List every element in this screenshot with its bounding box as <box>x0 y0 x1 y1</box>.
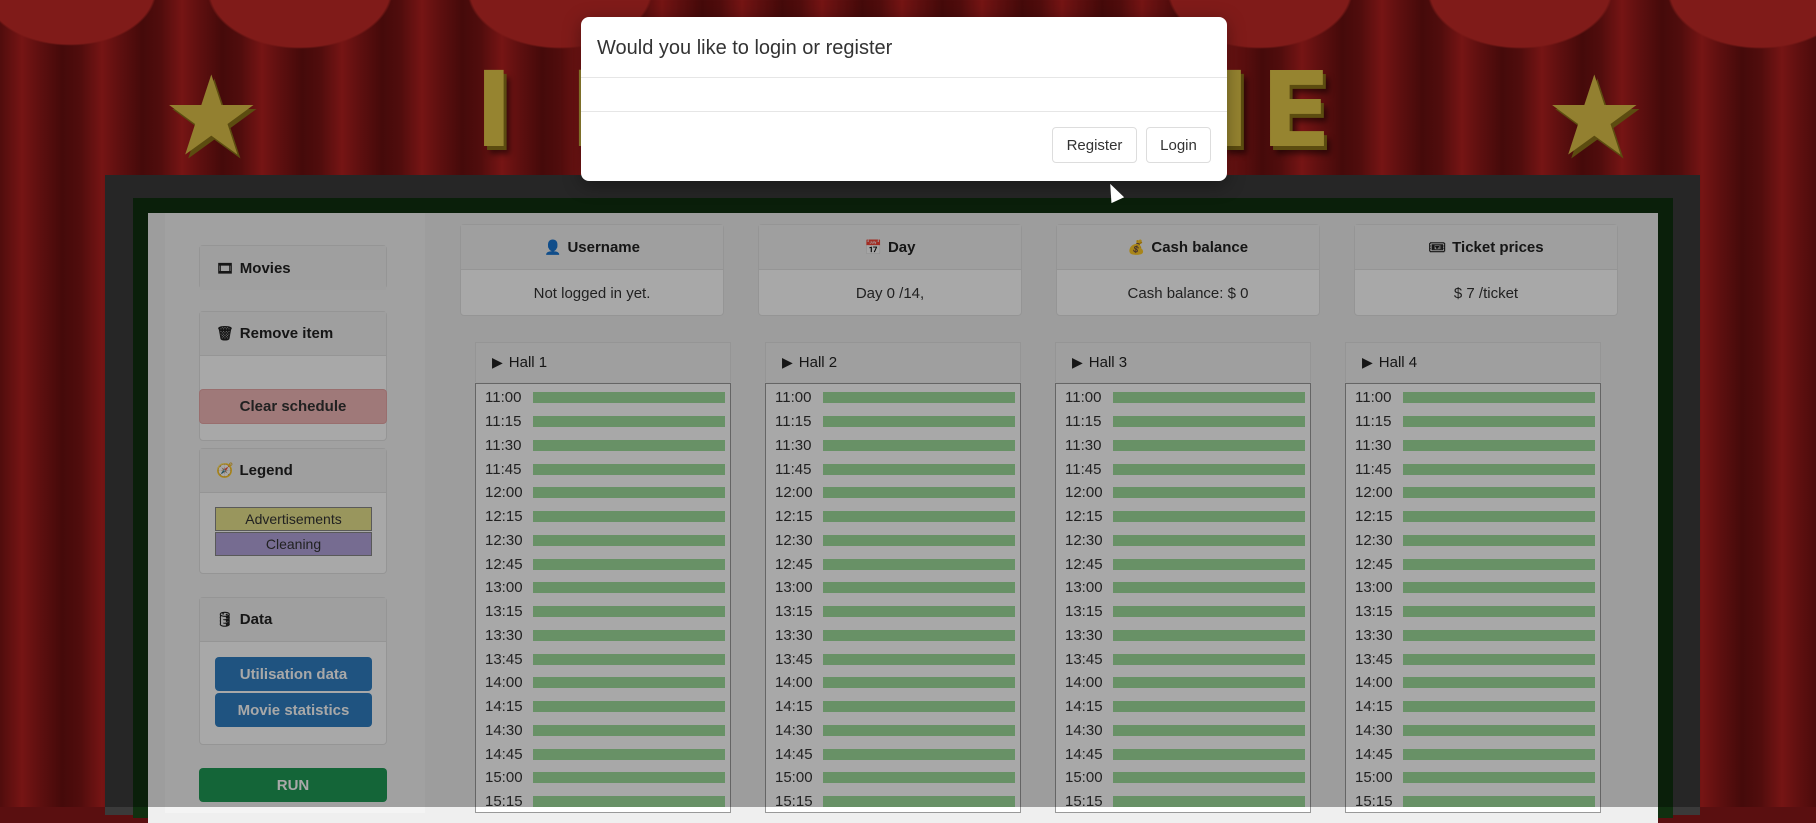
register-button[interactable]: Register <box>1052 127 1137 163</box>
dialog-title: Would you like to login or register <box>581 17 1227 78</box>
dialog-body <box>581 78 1227 112</box>
dialog-footer: Register Login <box>581 112 1227 181</box>
login-button[interactable]: Login <box>1146 127 1211 163</box>
login-register-dialog: Would you like to login or register Regi… <box>581 17 1227 181</box>
